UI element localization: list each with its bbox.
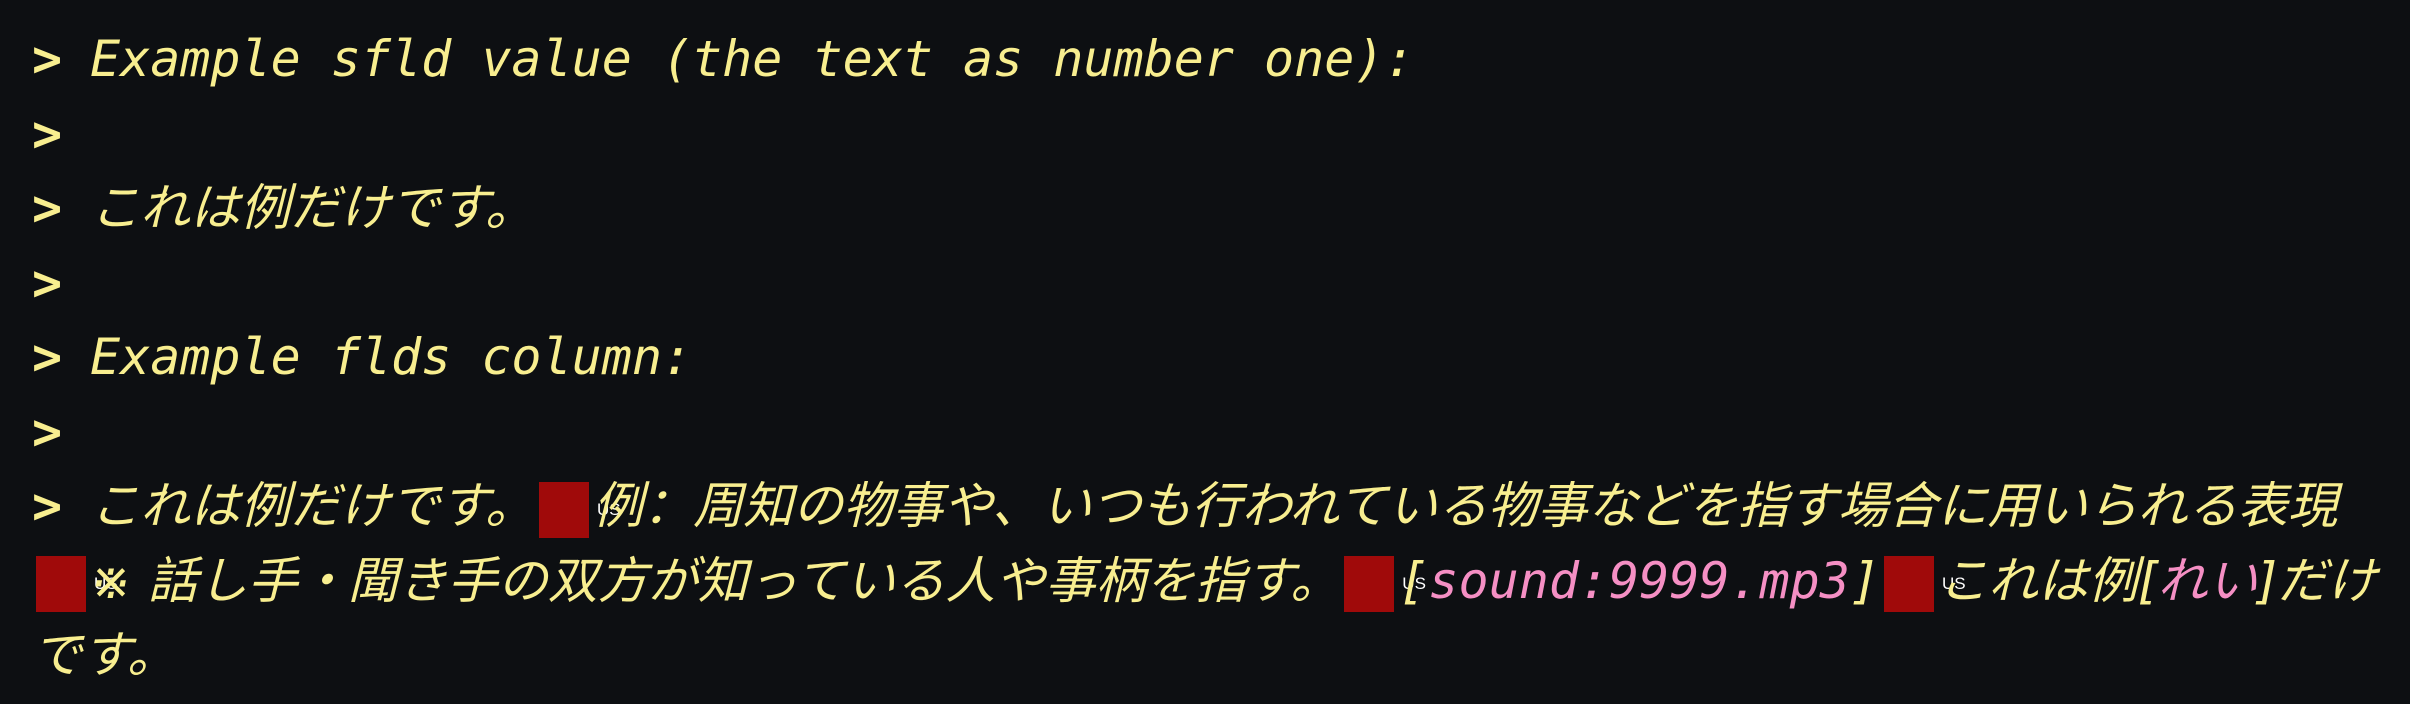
flds-value-paragraph: > これは例だけです。 US例：周知の物事や、いつも行われている物事などを指す場合…: [32, 469, 2386, 693]
quote-marker: >: [32, 477, 63, 535]
unit-separator-badge: US: [1344, 556, 1426, 612]
field-2-text: 例：周知の物事や、いつも行われている物事などを指す場合に用いられる表現: [593, 477, 2338, 535]
field-1-text: これは例だけです。: [90, 477, 535, 535]
quote-line-sfld-heading: > Example sfld value (the text as number…: [32, 22, 2386, 97]
quote-line-flds-heading: > Example flds column:: [32, 320, 2386, 395]
unit-separator-badge: US: [36, 556, 118, 612]
sound-reference: sound:9999.mp3: [1428, 551, 1850, 610]
field-3-text: ※ 話し手・聞き手の双方が知っている人や事柄を指す。: [90, 551, 1341, 610]
flds-value: これは例だけです。 US例：周知の物事や、いつも行われている物事などを指す場合に用…: [32, 469, 2386, 693]
quote-marker: >: [32, 179, 63, 237]
quote-line-empty: >: [32, 395, 2386, 470]
sfld-heading: Example sfld value (the text as number o…: [90, 30, 1415, 88]
unit-separator-badge: US: [539, 481, 621, 538]
field-5-text-before: これは例[: [1937, 551, 2158, 610]
quote-line-empty: >: [32, 246, 2386, 321]
sound-close-bracket: ]: [1849, 551, 1880, 610]
quote-marker: >: [32, 328, 63, 386]
quote-marker: >: [32, 104, 63, 163]
furigana-reading: れい: [2157, 551, 2258, 610]
unit-separator-badge: US: [1883, 556, 1966, 612]
quote-marker: >: [32, 30, 63, 88]
quote-line-empty: >: [32, 97, 2386, 172]
quote-block: > Example sfld value (the text as number…: [32, 22, 2386, 693]
quote-marker: >: [32, 402, 63, 461]
sound-open-bracket: [: [1398, 551, 1429, 610]
quote-line-sfld-value: > これは例だけです。: [32, 171, 2386, 246]
flds-heading: Example flds column:: [90, 328, 693, 386]
sfld-value: これは例だけです。: [90, 179, 535, 237]
quote-marker: >: [32, 253, 63, 312]
